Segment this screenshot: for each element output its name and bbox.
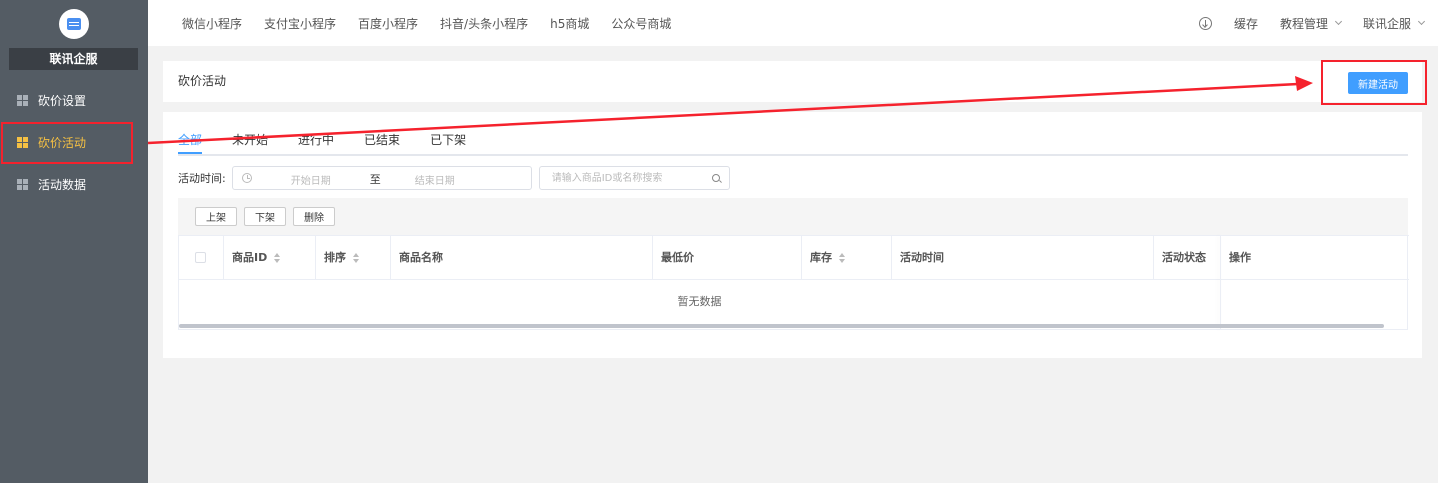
end-date-input[interactable]: 结束日期: [415, 172, 455, 187]
top-nav: 微信小程序 支付宝小程序 百度小程序 抖音/头条小程序 h5商城 公众号商城: [182, 0, 693, 46]
column-header-operations: 操作: [1221, 236, 1407, 280]
tab-delisted[interactable]: 已下架: [430, 131, 466, 154]
account-dropdown[interactable]: 联讯企服: [1362, 15, 1426, 32]
column-label: 活动状态: [1162, 251, 1206, 264]
date-separator: 至: [369, 173, 381, 186]
nav-baidu-miniprogram[interactable]: 百度小程序: [358, 15, 418, 32]
date-range-picker[interactable]: 开始日期 至 结束日期: [231, 166, 532, 190]
chevron-down-icon: [1417, 17, 1426, 26]
brand-name: 联讯企服: [9, 48, 138, 70]
nav-douyin-miniprogram[interactable]: 抖音/头条小程序: [440, 15, 528, 32]
highlight-box-new-button: [1321, 60, 1427, 105]
bulk-actions-bar: 上架 下架 删除: [178, 198, 1408, 235]
column-header-product-name: 商品名称: [391, 236, 653, 280]
fixed-column-divider: [1220, 235, 1221, 330]
activity-time-label: 活动时间:: [178, 172, 226, 185]
nav-official-account-mall[interactable]: 公众号商城: [611, 15, 671, 32]
search-box: [538, 166, 730, 190]
sidebar-item-bargain-settings[interactable]: 砍价设置: [0, 79, 148, 121]
cache-button[interactable]: 缓存: [1234, 15, 1258, 32]
main-content: 全部 未开始 进行中 已结束 已下架 活动时间: 开始日期 至 结束日期 上架 …: [163, 112, 1422, 358]
column-header-activity-status: 活动状态: [1154, 236, 1220, 280]
status-tabs: 全部 未开始 进行中 已结束 已下架: [178, 131, 1408, 156]
sort-icon[interactable]: [273, 253, 281, 263]
tab-ended[interactable]: 已结束: [364, 131, 400, 154]
logo-icon: [59, 9, 89, 39]
page-header: 砍价活动 新建活动: [163, 61, 1422, 102]
delist-button[interactable]: 下架: [244, 207, 286, 226]
page-title: 砍价活动: [178, 74, 227, 88]
top-bar: 微信小程序 支付宝小程序 百度小程序 抖音/头条小程序 h5商城 公众号商城 缓…: [148, 0, 1438, 46]
empty-state: 暂无数据: [677, 295, 722, 308]
tutorial-label: 教程管理: [1279, 16, 1328, 31]
activity-table: 商品ID 排序 商品名称 最低价 库存 活动时间 活动状态 操作 暂无数据: [178, 235, 1409, 330]
tab-not-started[interactable]: 未开始: [232, 131, 268, 154]
table-header: 商品ID 排序 商品名称 最低价 库存 活动时间 活动状态 操作: [179, 235, 1409, 280]
column-header-activity-time: 活动时间: [892, 236, 1154, 280]
select-all-checkbox[interactable]: [195, 252, 206, 263]
sidebar-item-label: 砍价设置: [38, 93, 87, 108]
column-label: 活动时间: [900, 251, 944, 264]
column-label: 最低价: [661, 251, 694, 264]
column-label: 操作: [1229, 251, 1251, 264]
tab-all[interactable]: 全部: [178, 131, 203, 154]
delete-button[interactable]: 删除: [293, 207, 335, 226]
nav-wechat-miniprogram[interactable]: 微信小程序: [182, 15, 242, 32]
sidebar: 联讯企服 砍价设置 砍价活动 活动数据: [0, 0, 148, 483]
highlight-box-menu: [1, 122, 133, 164]
column-header-sort-order[interactable]: 排序: [316, 236, 391, 280]
column-label: 排序: [324, 251, 346, 264]
grid-icon: [17, 178, 28, 190]
account-label: 联讯企服: [1362, 16, 1411, 31]
tab-in-progress[interactable]: 进行中: [298, 131, 334, 154]
tutorial-dropdown[interactable]: 教程管理: [1279, 15, 1343, 32]
column-header-product-id[interactable]: 商品ID: [224, 236, 316, 280]
column-label: 商品ID: [232, 251, 268, 264]
nav-h5-mall[interactable]: h5商城: [550, 15, 589, 32]
select-all-cell: [179, 236, 224, 280]
start-date-input[interactable]: 开始日期: [291, 172, 331, 187]
horizontal-scrollbar[interactable]: [179, 324, 1384, 328]
sort-icon[interactable]: [838, 253, 846, 263]
list-button[interactable]: 上架: [195, 207, 237, 226]
search-icon[interactable]: [711, 174, 720, 182]
grid-icon: [17, 94, 28, 106]
top-right-menu: 缓存 教程管理 联讯企服: [1198, 0, 1426, 46]
clock-icon: [241, 173, 252, 183]
sort-icon[interactable]: [352, 253, 360, 263]
column-header-stock[interactable]: 库存: [802, 236, 892, 280]
sidebar-item-activity-data[interactable]: 活动数据: [0, 163, 148, 205]
nav-alipay-miniprogram[interactable]: 支付宝小程序: [264, 15, 336, 32]
chevron-down-icon: [1334, 17, 1343, 26]
search-input[interactable]: [539, 167, 700, 189]
column-label: 商品名称: [399, 251, 443, 264]
download-icon[interactable]: [1198, 16, 1212, 30]
column-label: 库存: [810, 251, 832, 264]
column-header-lowest-price: 最低价: [653, 236, 802, 280]
sidebar-item-label: 活动数据: [38, 177, 87, 192]
filter-bar: 活动时间: 开始日期 至 结束日期: [178, 166, 730, 190]
